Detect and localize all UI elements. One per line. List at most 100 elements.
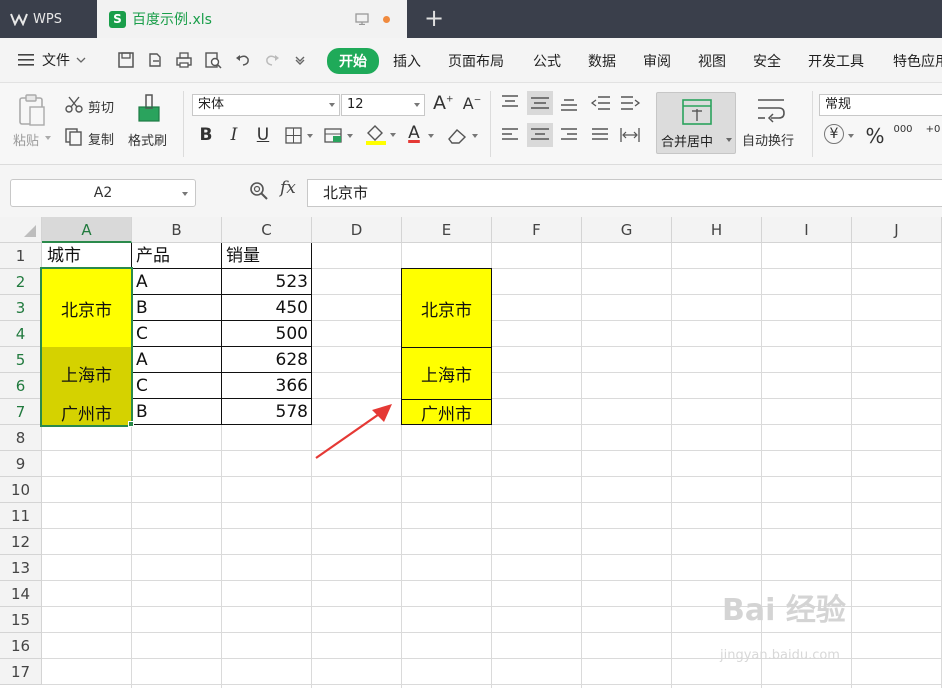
tab-page-layout[interactable]: 页面布局 <box>448 51 504 71</box>
cell-c3[interactable]: 450 <box>222 296 311 321</box>
fill-handle[interactable] <box>128 421 134 427</box>
cell-c4[interactable]: 500 <box>222 322 311 347</box>
clear-format-icon[interactable] <box>446 126 480 146</box>
cell-a1[interactable]: 城市 <box>43 244 131 269</box>
column-header-h[interactable]: H <box>672 217 762 243</box>
bold-button[interactable]: B <box>196 125 216 145</box>
tab-view[interactable]: 视图 <box>698 51 726 71</box>
cell-b7[interactable]: B <box>132 400 221 425</box>
row-header-2[interactable]: 2 <box>0 269 42 295</box>
column-header-e[interactable]: E <box>402 217 492 243</box>
underline-button[interactable]: U <box>253 125 273 145</box>
tab-special-apps[interactable]: 特色应用 <box>893 51 942 71</box>
print-icon[interactable] <box>174 50 194 70</box>
font-size-select[interactable]: 12 <box>341 94 425 116</box>
fill-color-icon[interactable] <box>364 124 398 146</box>
tab-review[interactable]: 审阅 <box>643 51 671 71</box>
function-button[interactable]: fx <box>280 178 296 198</box>
decrease-indent-icon[interactable] <box>590 94 612 112</box>
paste-dropdown-icon[interactable] <box>44 135 52 141</box>
row-header-11[interactable]: 11 <box>0 503 42 529</box>
number-format-select[interactable]: 常规 <box>819 94 942 116</box>
cell-b1[interactable]: 产品 <box>132 244 221 269</box>
row-header-12[interactable]: 12 <box>0 529 42 555</box>
new-tab-plus-icon[interactable]: + <box>424 6 444 30</box>
row-header-8[interactable]: 8 <box>0 425 42 451</box>
tab-formulas[interactable]: 公式 <box>533 51 561 71</box>
tab-developer[interactable]: 开发工具 <box>808 51 864 71</box>
row-header-17[interactable]: 17 <box>0 659 42 685</box>
font-color-dropdown-icon[interactable] <box>427 133 435 139</box>
align-top-icon[interactable] <box>500 94 520 112</box>
increase-indent-icon[interactable] <box>619 94 641 112</box>
row-header-1[interactable]: 1 <box>0 243 42 269</box>
column-header-b[interactable]: B <box>132 217 222 243</box>
merged-cell-e5-e6[interactable]: 上海市 <box>401 347 492 400</box>
paste-icon[interactable] <box>16 93 48 127</box>
undo-icon[interactable] <box>233 50 253 70</box>
monitor-icon[interactable] <box>355 13 369 25</box>
column-header-a[interactable]: A <box>42 217 132 243</box>
row-header-13[interactable]: 13 <box>0 555 42 581</box>
paste-button[interactable]: 粘贴 <box>13 130 39 149</box>
column-header-c[interactable]: C <box>222 217 312 243</box>
cell-c5[interactable]: 628 <box>222 348 311 373</box>
merge-dropdown-icon[interactable] <box>725 137 733 143</box>
cell-style-icon[interactable] <box>324 127 356 145</box>
redo-icon[interactable] <box>262 50 282 70</box>
save-icon[interactable] <box>116 50 136 70</box>
wrap-text-button[interactable]: 自动换行 <box>742 130 794 149</box>
align-right-icon[interactable] <box>559 126 579 144</box>
distributed-align-icon[interactable] <box>619 126 641 144</box>
row-header-5[interactable]: 5 <box>0 347 42 373</box>
percent-format-button[interactable]: % <box>865 124 885 148</box>
cell-b3[interactable]: B <box>132 296 221 321</box>
cell-b2[interactable]: A <box>132 270 221 295</box>
file-menu[interactable]: 文件 <box>18 50 86 70</box>
copy-button[interactable]: 复制 <box>88 129 114 148</box>
currency-format-button[interactable]: ¥ <box>824 124 844 144</box>
row-header-6[interactable]: 6 <box>0 373 42 399</box>
cell-c6[interactable]: 366 <box>222 374 311 399</box>
name-box[interactable]: A2 <box>10 179 196 207</box>
merge-center-button[interactable]: 合并居中 <box>656 92 736 154</box>
align-middle-icon[interactable] <box>527 91 553 115</box>
borders-icon[interactable] <box>285 127 315 145</box>
cell-b4[interactable]: C <box>132 322 221 347</box>
increase-font-button[interactable]: A+ <box>433 92 454 114</box>
italic-button[interactable]: I <box>224 125 244 145</box>
cell-c7[interactable]: 578 <box>222 400 311 425</box>
cut-button[interactable]: 剪切 <box>88 97 114 116</box>
formula-input[interactable]: 北京市 <box>307 179 942 207</box>
column-header-f[interactable]: F <box>492 217 582 243</box>
wps-home-tab[interactable]: WPS <box>0 0 95 38</box>
row-header-16[interactable]: 16 <box>0 633 42 659</box>
row-header-15[interactable]: 15 <box>0 607 42 633</box>
column-header-d[interactable]: D <box>312 217 402 243</box>
align-center-icon[interactable] <box>527 123 553 147</box>
format-painter-button[interactable]: 格式刷 <box>128 130 167 149</box>
row-header-14[interactable]: 14 <box>0 581 42 607</box>
font-color-button[interactable]: A <box>404 123 424 143</box>
font-name-select[interactable]: 宋体 <box>192 94 340 116</box>
cell-b5[interactable]: A <box>132 348 221 373</box>
tab-security[interactable]: 安全 <box>753 51 781 71</box>
align-bottom-icon[interactable] <box>559 94 579 112</box>
merged-cell-e2-e4[interactable]: 北京市 <box>401 268 492 348</box>
cell-c1[interactable]: 销量 <box>222 244 311 269</box>
row-header-7[interactable]: 7 <box>0 399 42 425</box>
cell-c2[interactable]: 523 <box>222 270 311 295</box>
thousands-separator-button[interactable]: 000 <box>892 124 914 135</box>
quick-access-more-icon[interactable] <box>294 55 306 65</box>
cell-b6[interactable]: C <box>132 374 221 399</box>
row-header-9[interactable]: 9 <box>0 451 42 477</box>
column-header-g[interactable]: G <box>582 217 672 243</box>
justify-icon[interactable] <box>590 126 610 144</box>
increase-decimal-button[interactable]: +0 <box>924 124 942 135</box>
align-left-icon[interactable] <box>500 126 520 144</box>
tab-insert[interactable]: 插入 <box>393 51 421 71</box>
tab-home[interactable]: 开始 <box>327 48 379 74</box>
decrease-font-button[interactable]: A− <box>462 94 482 113</box>
row-header-10[interactable]: 10 <box>0 477 42 503</box>
row-header-3[interactable]: 3 <box>0 295 42 321</box>
